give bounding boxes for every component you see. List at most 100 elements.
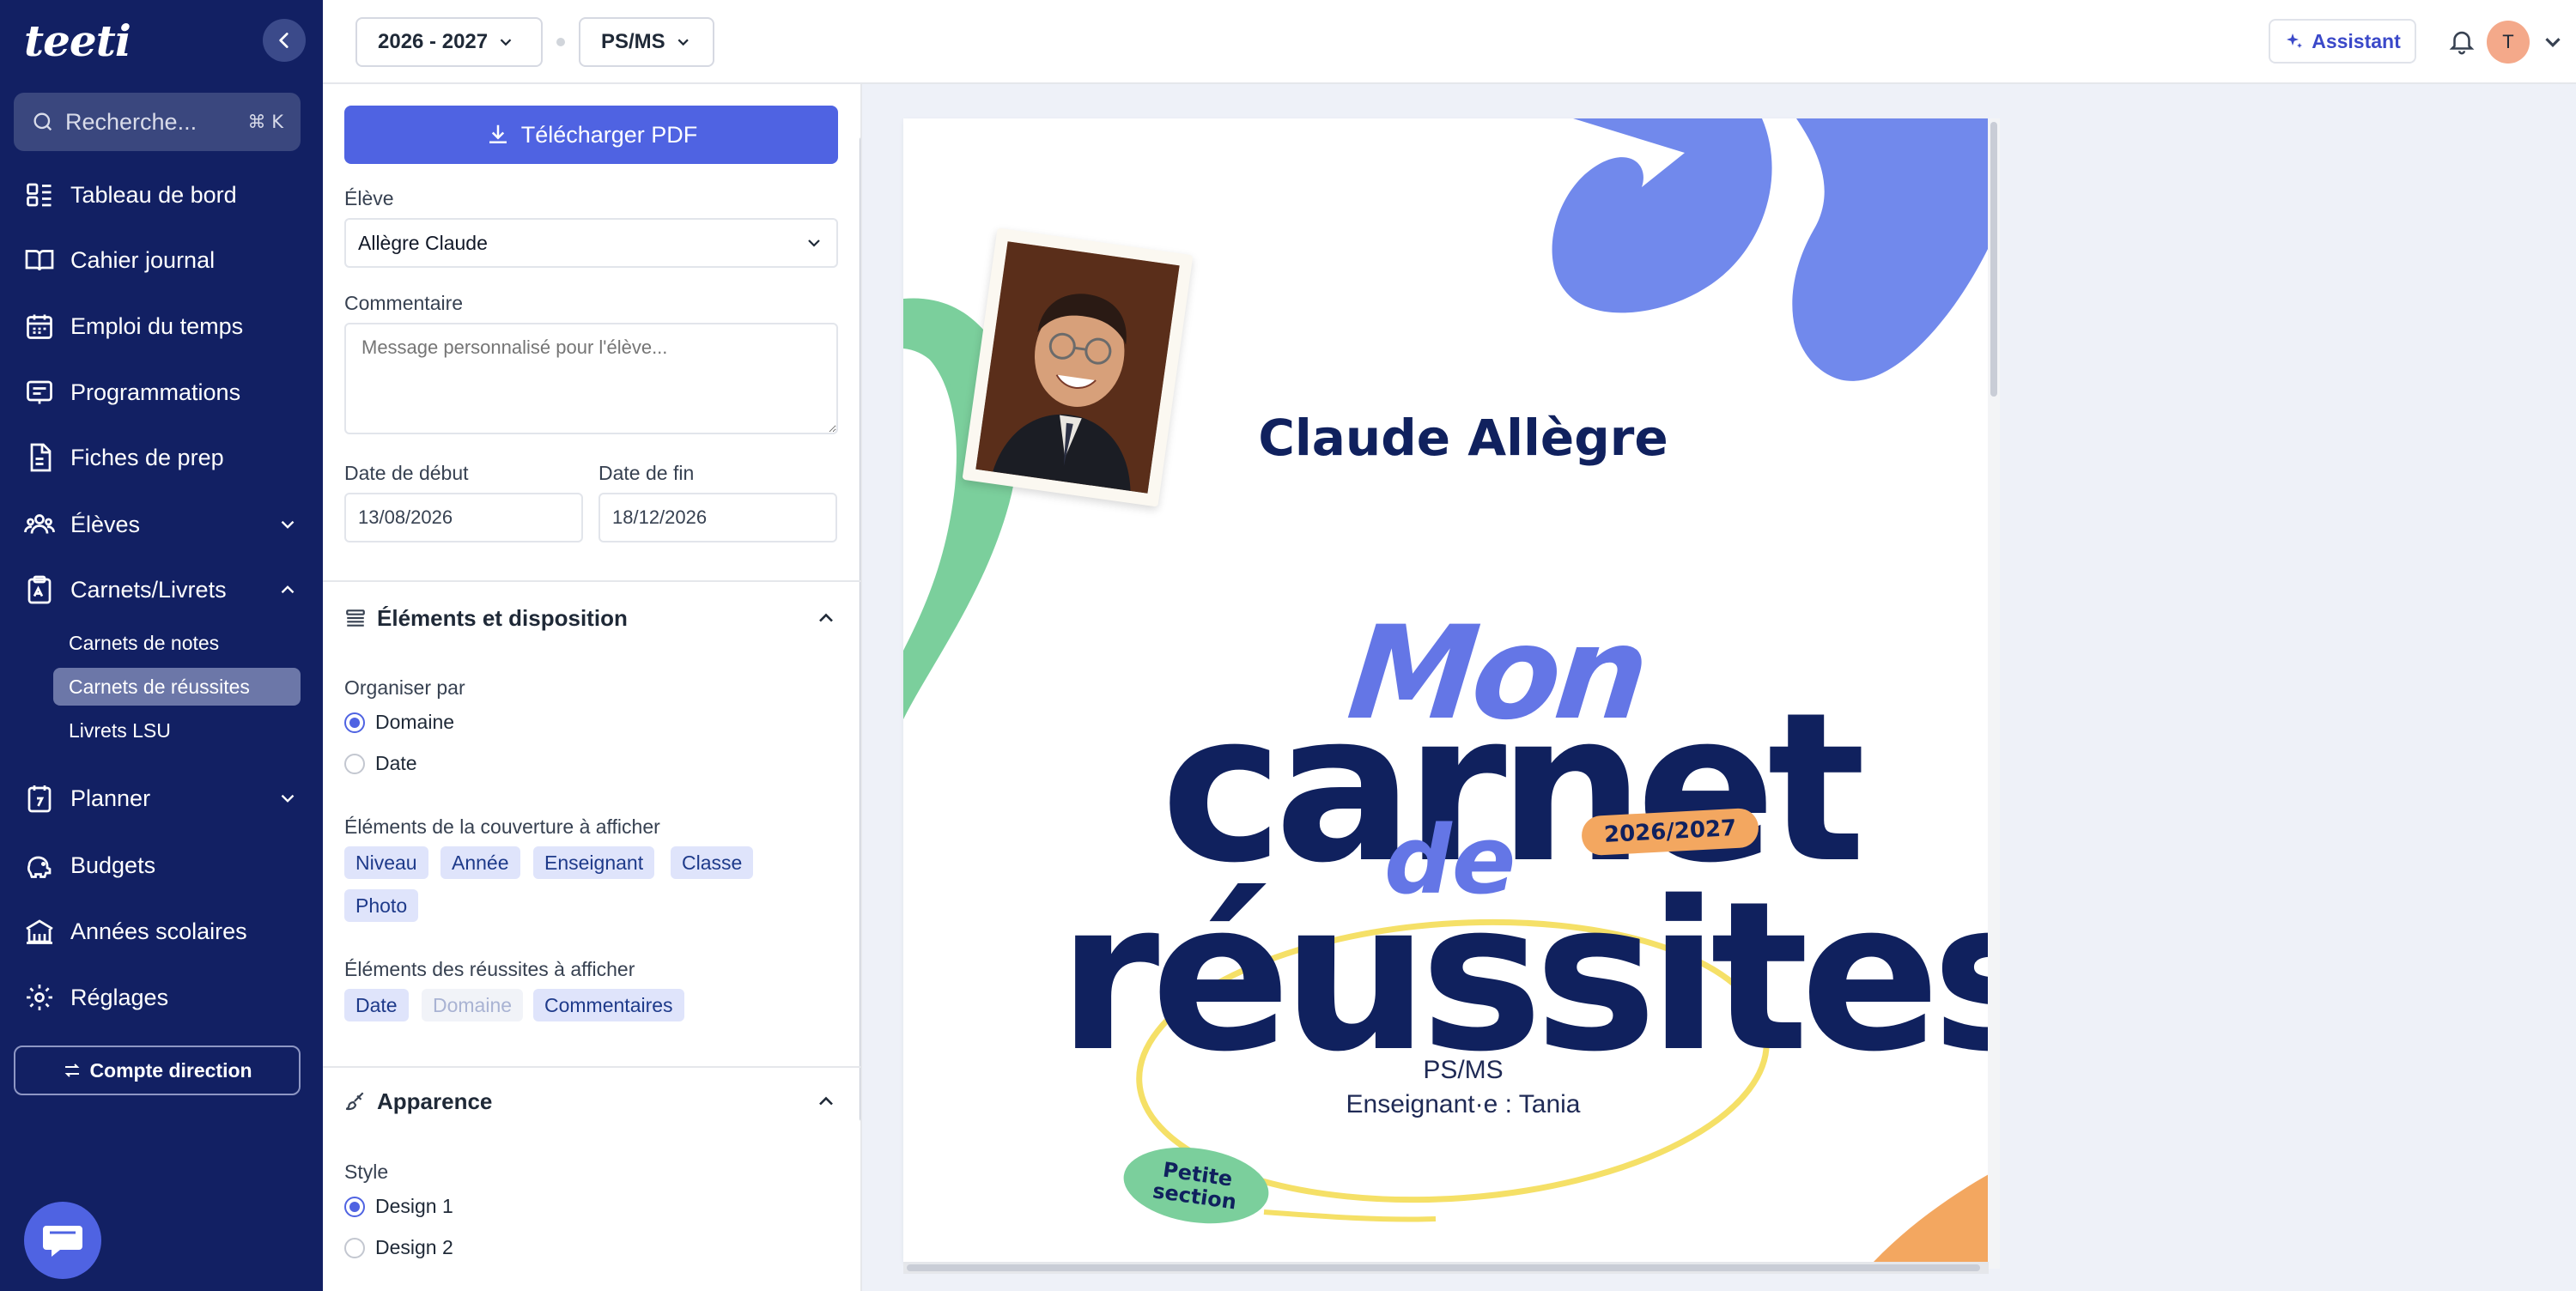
cover-teacher: Enseignant·e : Tania (1346, 1090, 1581, 1118)
search-input[interactable]: Recherche... ⌘ K (14, 93, 301, 151)
end-date-input[interactable]: 18/12/2026 (598, 493, 837, 542)
year-select-value: 2026 - 2027 (378, 30, 489, 53)
sidebar-item-label: Années scolaires (70, 918, 247, 944)
sidebar-item-programmations[interactable]: Programmations (24, 368, 299, 416)
assistant-button[interactable]: Assistant (2269, 19, 2416, 64)
success-elements-label: Éléments des réussites à afficher (344, 958, 635, 980)
chevron-down-icon (281, 794, 295, 803)
cover-title-reussites: réussites (1058, 857, 1989, 1097)
cover-class: PS/MS (1423, 1056, 1504, 1084)
sidebar-item-tableau-de-bord[interactable]: Tableau de bord (24, 171, 299, 219)
divider (323, 1066, 860, 1068)
sidebar: teeti Recherche... ⌘ K Tableau de bord C… (0, 0, 323, 1291)
sidebar-subitem-livrets-lsu[interactable]: Livrets LSU (53, 712, 301, 749)
switch-icon (65, 1064, 80, 1077)
chip-photo[interactable]: Photo (344, 889, 419, 922)
chat-support-button[interactable] (24, 1202, 101, 1279)
pdf-preview-area: Claude Allègre Mon carnet réussites de 2… (862, 84, 2576, 1291)
download-pdf-button[interactable]: Télécharger PDF (344, 106, 838, 164)
users-icon (24, 514, 55, 534)
section-appearance-header[interactable]: Apparence (344, 1080, 838, 1123)
sidebar-item-label: Tableau de bord (70, 181, 237, 208)
organize-option-domaine[interactable]: Domaine (344, 711, 454, 734)
brush-icon (345, 1092, 364, 1111)
chevron-down-icon (808, 239, 820, 247)
chat-icon (43, 1226, 82, 1257)
chevron-down-icon (281, 520, 295, 529)
book-open-icon (25, 250, 54, 271)
sidebar-item-emploi-du-temps[interactable]: Emploi du temps (24, 302, 299, 350)
avatar[interactable]: T (2487, 21, 2530, 64)
sidebar-item-fiches-de-prep[interactable]: Fiches de prep (24, 433, 299, 482)
radio-label: Date (375, 752, 417, 774)
chip-enseignant[interactable]: Enseignant (533, 846, 655, 879)
sidebar-item-budgets[interactable]: Budgets (24, 841, 299, 889)
class-select-value: PS/MS (601, 30, 665, 53)
sidebar-item-label: Budgets (70, 852, 156, 878)
dashboard-icon (27, 183, 52, 207)
calendar-icon (27, 314, 52, 339)
assistant-label: Assistant (2312, 29, 2401, 52)
start-date-input[interactable]: 13/08/2026 (344, 493, 583, 542)
search-placeholder: Recherche... (65, 108, 197, 135)
clipboard-icon (27, 575, 52, 604)
preview-scroll-thumb[interactable] (1990, 122, 1997, 397)
sidebar-item-cahier-journal[interactable]: Cahier journal (24, 236, 299, 284)
sidebar-item-label: Fiches de prep (70, 444, 224, 470)
file-icon (30, 443, 52, 472)
preview-vertical-scrollbar[interactable] (1988, 118, 2000, 1269)
preview-horizontal-scrollbar[interactable] (903, 1262, 1989, 1274)
student-label: Élève (344, 187, 394, 209)
school-icon (26, 919, 53, 944)
student-select[interactable]: Allègre Claude (344, 218, 838, 268)
chip-domaine[interactable]: Domaine (422, 989, 524, 1021)
divider (323, 580, 860, 582)
section-layout-header[interactable]: Éléments et disposition (344, 597, 838, 639)
sidebar-item-planner[interactable]: Planner (24, 774, 299, 822)
sidebar-item-carnets-livrets[interactable]: Carnets/Livrets (24, 566, 299, 614)
style-option-design-1[interactable]: Design 1 (344, 1195, 453, 1218)
radio-label: Design 2 (375, 1236, 453, 1258)
chevron-up-icon (819, 613, 833, 622)
style-option-design-2[interactable]: Design 2 (344, 1236, 453, 1259)
logo[interactable]: teeti (24, 15, 131, 66)
radio-label: Domaine (375, 711, 455, 733)
chip-date[interactable]: Date (344, 989, 409, 1021)
sidebar-item-annees-scolaires[interactable]: Années scolaires (24, 907, 299, 955)
class-select[interactable]: PS/MS (579, 17, 714, 67)
sidebar-subitem-carnets-de-notes[interactable]: Carnets de notes (53, 624, 301, 662)
search-shortcut: ⌘ K (247, 112, 283, 132)
comment-textarea[interactable] (344, 323, 838, 434)
sidebar-item-eleves[interactable]: Élèves (24, 500, 299, 549)
organize-option-date[interactable]: Date (344, 752, 417, 775)
chip-commentaires[interactable]: Commentaires (533, 989, 684, 1021)
planner-icon (27, 785, 52, 813)
gear-icon (27, 985, 52, 1010)
list-icon (346, 609, 365, 627)
organize-label: Organiser par (344, 676, 465, 699)
search-icon (33, 112, 52, 131)
collapse-sidebar-button[interactable] (263, 19, 306, 62)
radio-unchecked (344, 753, 365, 774)
student-select-value: Allègre Claude (358, 231, 488, 254)
cover-student-name: Claude Allègre (1258, 409, 1668, 467)
end-date-label: Date de fin (598, 462, 695, 484)
year-select[interactable]: 2026 - 2027 (355, 17, 543, 67)
radio-checked (344, 1196, 365, 1217)
cover-elements-label: Éléments de la couverture à afficher (344, 815, 660, 838)
download-pdf-label: Télécharger PDF (520, 121, 698, 148)
radio-label: Design 1 (375, 1195, 453, 1217)
sidebar-item-label: Carnets/Livrets (70, 576, 227, 603)
top-bar: 2026 - 2027 PS/MS Assistant T (323, 0, 2576, 84)
chevron-down-icon[interactable] (2540, 29, 2566, 55)
chip-niveau[interactable]: Niveau (344, 846, 428, 879)
start-date-label: Date de début (344, 462, 469, 484)
sidebar-item-reglages[interactable]: Réglages (24, 973, 299, 1021)
preview-hscroll-thumb[interactable] (907, 1264, 1980, 1271)
sidebar-subitem-carnets-de-reussites[interactable]: Carnets de réussites (53, 668, 301, 706)
sidebar-item-label: Planner (70, 785, 151, 811)
chip-annee[interactable]: Année (440, 846, 520, 879)
notifications-button[interactable] (2447, 26, 2476, 61)
compte-direction-button[interactable]: Compte direction (14, 1046, 301, 1095)
chip-classe[interactable]: Classe (671, 846, 754, 879)
